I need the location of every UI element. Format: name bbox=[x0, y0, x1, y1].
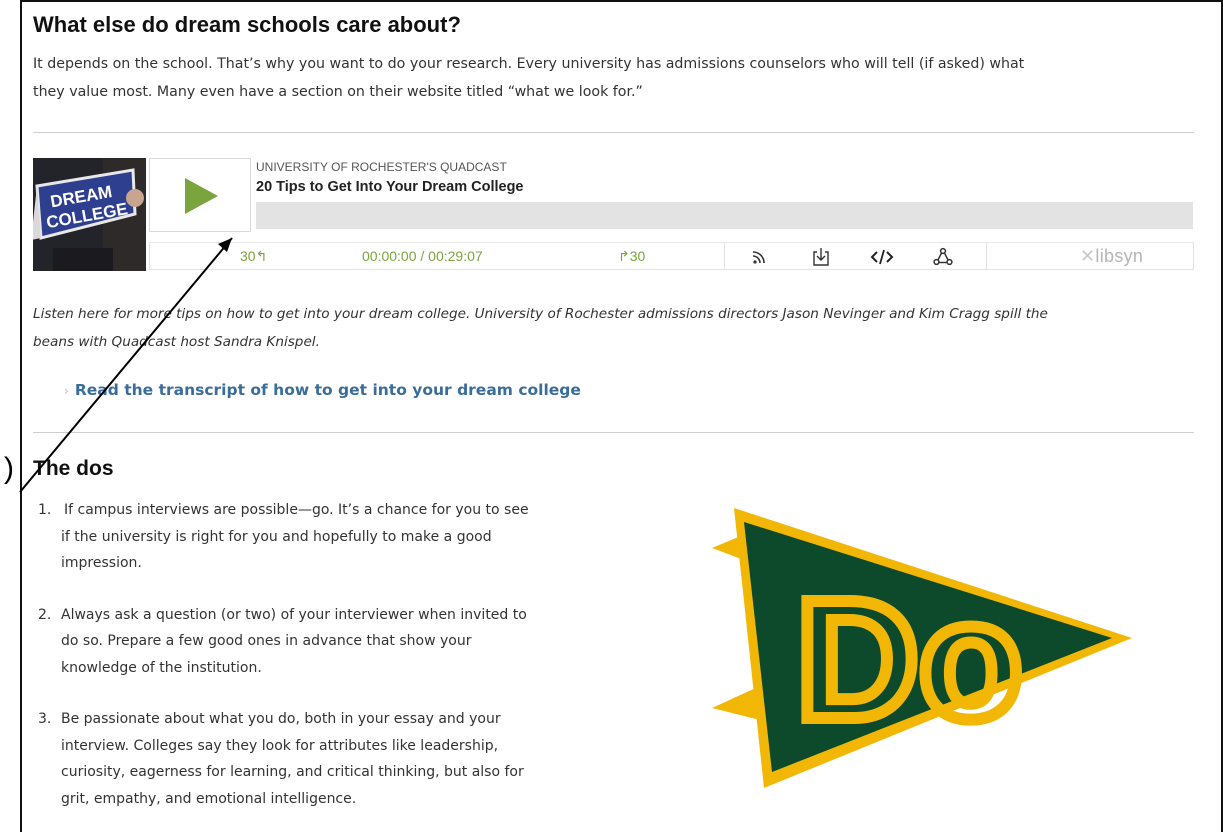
divider bbox=[33, 432, 1194, 433]
intro-paragraph: It depends on the school. That’s why you… bbox=[33, 50, 1198, 106]
transcript-link[interactable]: › Read the transcript of how to get into … bbox=[64, 381, 581, 399]
player-controls: 30↰ 00:00:00 / 00:29:07 ↱30 ✕libsyn bbox=[149, 242, 1194, 270]
download-icon[interactable] bbox=[810, 246, 832, 268]
list-text-line: knowledge of the institution. bbox=[61, 659, 262, 676]
podcast-caption: Listen here for more tips on how to get … bbox=[33, 300, 1193, 356]
podcast-show-name: UNIVERSITY OF ROCHESTER'S QUADCAST bbox=[256, 160, 507, 174]
caption-line-2: beans with Quadcast host Sandra Knispel. bbox=[33, 334, 320, 350]
episode-title: 20 Tips to Get Into Your Dream College bbox=[256, 179, 524, 195]
chevron-right-icon: › bbox=[64, 384, 69, 398]
list-text-line: Be passionate about what you do, both in… bbox=[61, 711, 501, 727]
section-heading-dream-schools: What else do dream schools care about? bbox=[33, 12, 461, 37]
list-item: 1. If campus interviews are possible—go.… bbox=[38, 497, 608, 577]
embed-code-icon[interactable] bbox=[870, 246, 894, 268]
libsyn-logo[interactable]: ✕libsyn bbox=[1080, 246, 1143, 267]
list-text-line: impression. bbox=[61, 555, 142, 571]
annotation-bracket: ) bbox=[4, 452, 14, 485]
list-text-line: if the university is right for you and h… bbox=[61, 528, 492, 545]
podcast-player: DREAM COLLEGE UNIVERSITY OF ROCHESTER'S … bbox=[33, 158, 1194, 271]
dos-list: 1. If campus interviews are possible—go.… bbox=[38, 497, 608, 832]
progress-bar[interactable] bbox=[256, 202, 1193, 229]
list-text-line: Always ask a question (or two) of your i… bbox=[61, 606, 527, 623]
list-text-line: grit, empathy, and emotional intelligenc… bbox=[61, 790, 357, 807]
list-number: 1. bbox=[38, 502, 52, 518]
transcript-link-label[interactable]: Read the transcript of how to get into y… bbox=[75, 381, 581, 399]
divider bbox=[33, 132, 1194, 133]
control-separator bbox=[986, 243, 987, 269]
do-pennant-image: Do bbox=[700, 508, 1140, 828]
play-button[interactable] bbox=[149, 158, 251, 232]
control-separator bbox=[724, 243, 725, 269]
list-item: 3. Be passionate about what you do, both… bbox=[38, 706, 608, 812]
section-heading-dos: The dos bbox=[33, 457, 114, 480]
list-text-line: interview. Colleges say they look for at… bbox=[61, 737, 499, 754]
rewind-30-button[interactable]: 30↰ bbox=[240, 248, 267, 265]
list-item: 2. Always ask a question (or two) of you… bbox=[38, 602, 608, 682]
episode-artwork: DREAM COLLEGE bbox=[33, 158, 146, 271]
intro-line-1: It depends on the school. That’s why you… bbox=[33, 56, 1025, 72]
time-display: 00:00:00 / 00:29:07 bbox=[362, 248, 483, 264]
list-text-line: curiosity, eagerness for learning, and c… bbox=[61, 764, 524, 780]
share-icon[interactable] bbox=[932, 246, 954, 268]
list-text-line: If campus interviews are possible—go. It… bbox=[64, 502, 529, 518]
rss-icon[interactable] bbox=[748, 246, 770, 268]
caption-line-1: Listen here for more tips on how to get … bbox=[33, 306, 1048, 322]
play-icon bbox=[185, 178, 218, 214]
pennant-text: Do bbox=[796, 565, 1023, 755]
list-number: 3. bbox=[38, 711, 52, 727]
list-text-line: do so. Prepare a few good ones in advanc… bbox=[61, 633, 472, 649]
forward-30-button[interactable]: ↱30 bbox=[618, 248, 645, 265]
list-number: 2. bbox=[38, 606, 52, 623]
intro-line-2: they value most. Many even have a sectio… bbox=[33, 84, 643, 100]
